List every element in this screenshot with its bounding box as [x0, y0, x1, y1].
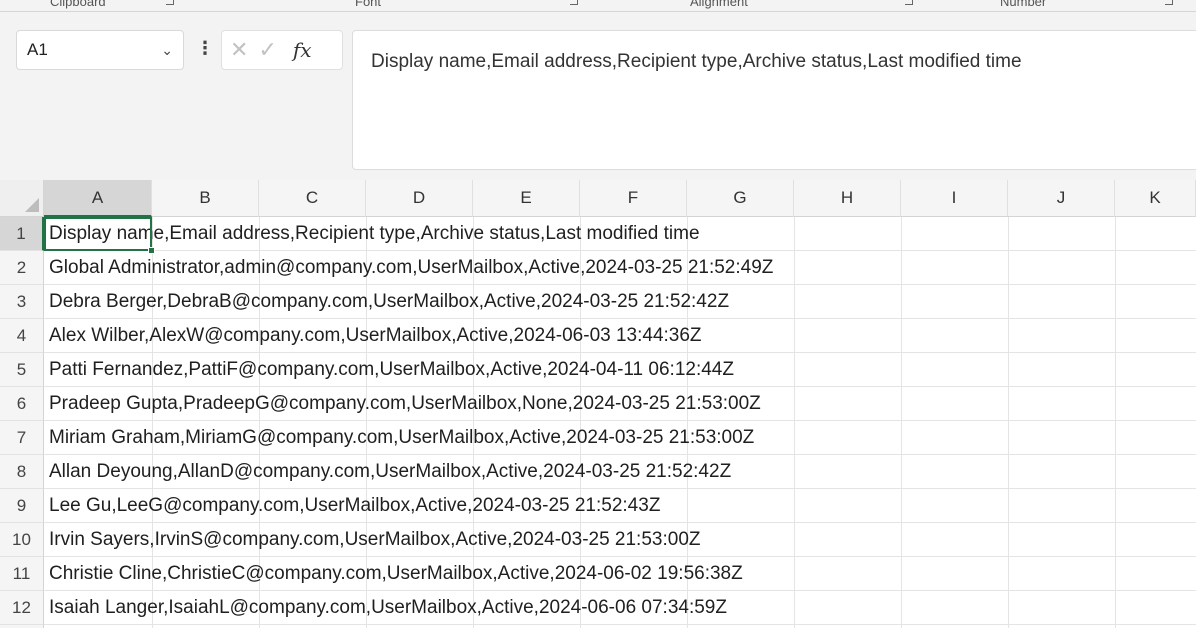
insert-function-button[interactable]: fx [293, 38, 312, 62]
chevron-down-icon[interactable]: ⌄ [161, 42, 173, 59]
column-header-f[interactable]: F [580, 180, 687, 217]
row-header[interactable]: 2 [0, 251, 44, 285]
row-header[interactable]: 10 [0, 523, 44, 557]
vertical-ellipsis-icon[interactable]: ⋮ [196, 38, 214, 59]
cell-a10[interactable]: Irvin Sayers,IrvinS@company.com,UserMail… [49, 523, 701, 557]
ribbon-group-labels: Clipboard Font Alignment Number [0, 0, 1196, 12]
column-header-b[interactable]: B [152, 180, 259, 217]
cell-a9[interactable]: Lee Gu,LeeG@company.com,UserMailbox,Acti… [49, 489, 660, 523]
row-header[interactable]: 6 [0, 387, 44, 421]
checkmark-icon[interactable]: ✓ [258, 37, 276, 63]
name-box-value: A1 [27, 40, 48, 59]
column-headers: A B C D E F G H I J K [44, 180, 1196, 217]
table-row: Allan Deyoung,AllanD@company.com,UserMai… [44, 455, 1196, 489]
row-header[interactable]: 5 [0, 353, 44, 387]
table-row: Display name,Email address,Recipient typ… [44, 217, 1196, 251]
table-row: Christie Cline,ChristieC@company.com,Use… [44, 557, 1196, 591]
table-row: Patti Fernandez,PattiF@company.com,UserM… [44, 353, 1196, 387]
cell-a11[interactable]: Christie Cline,ChristieC@company.com,Use… [49, 557, 743, 591]
cell-a6[interactable]: Pradeep Gupta,PradeepG@company.com,UserM… [49, 387, 761, 421]
column-header-k[interactable]: K [1115, 180, 1196, 217]
clipboard-launcher-icon[interactable] [166, 0, 174, 5]
row-headers: 1 2 3 4 5 6 7 8 9 10 11 12 13 [0, 217, 44, 628]
formula-bar-area: A1 ⌄ ⋮ ✕ ✓ fx Display name,Email address… [0, 12, 1196, 180]
table-row: Pradeep Gupta,PradeepG@company.com,UserM… [44, 387, 1196, 421]
cell-a7[interactable]: Miriam Graham,MiriamG@company.com,UserMa… [49, 421, 754, 455]
row-header[interactable]: 9 [0, 489, 44, 523]
ribbon-group-font: Font [355, 0, 382, 9]
row-header[interactable]: 3 [0, 285, 44, 319]
select-all-triangle-icon [25, 198, 39, 212]
font-launcher-icon[interactable] [570, 0, 578, 5]
select-all-button[interactable] [0, 180, 44, 217]
table-row: Miriam Graham,MiriamG@company.com,UserMa… [44, 421, 1196, 455]
column-header-i[interactable]: I [901, 180, 1008, 217]
cell-a1[interactable]: Display name,Email address,Recipient typ… [49, 217, 700, 251]
close-icon[interactable]: ✕ [230, 37, 248, 63]
number-launcher-icon[interactable] [1165, 0, 1173, 5]
column-header-e[interactable]: E [473, 180, 580, 217]
formula-input[interactable]: Display name,Email address,Recipient typ… [352, 30, 1196, 170]
cell-a4[interactable]: Alex Wilber,AlexW@company.com,UserMailbo… [49, 319, 702, 353]
column-header-g[interactable]: G [687, 180, 794, 217]
row-header[interactable]: 11 [0, 557, 44, 591]
column-header-a[interactable]: A [44, 180, 152, 217]
table-row: Alex Wilber,AlexW@company.com,UserMailbo… [44, 319, 1196, 353]
table-row: Debra Berger,DebraB@company.com,UserMail… [44, 285, 1196, 319]
formula-tools: ✕ ✓ fx [221, 30, 343, 70]
alignment-launcher-icon[interactable] [905, 0, 913, 5]
column-header-h[interactable]: H [794, 180, 901, 217]
name-box[interactable]: A1 ⌄ [16, 30, 184, 70]
ribbon-group-number: Number [1000, 0, 1047, 9]
cell-a5[interactable]: Patti Fernandez,PattiF@company.com,UserM… [49, 353, 734, 387]
table-row: Isaiah Langer,IsaiahL@company.com,UserMa… [44, 591, 1196, 625]
row-header[interactable]: 1 [0, 217, 44, 251]
cell-area: Display name,Email address,Recipient typ… [44, 217, 1196, 628]
table-row: Lee Gu,LeeG@company.com,UserMailbox,Acti… [44, 489, 1196, 523]
row-header[interactable]: 8 [0, 455, 44, 489]
table-row: Irvin Sayers,IrvinS@company.com,UserMail… [44, 523, 1196, 557]
ribbon-group-clipboard: Clipboard [50, 0, 106, 9]
column-header-c[interactable]: C [259, 180, 366, 217]
row-header[interactable]: 4 [0, 319, 44, 353]
column-header-j[interactable]: J [1008, 180, 1115, 217]
column-header-d[interactable]: D [366, 180, 473, 217]
cell-a3[interactable]: Debra Berger,DebraB@company.com,UserMail… [49, 285, 729, 319]
row-header[interactable]: 12 [0, 591, 44, 625]
ribbon-group-alignment: Alignment [690, 0, 748, 9]
cell-a2[interactable]: Global Administrator,admin@company.com,U… [49, 251, 773, 285]
cell-a12[interactable]: Isaiah Langer,IsaiahL@company.com,UserMa… [49, 591, 727, 625]
worksheet-grid: A B C D E F G H I J K 1 2 3 4 5 6 7 8 9 … [0, 180, 1196, 628]
row-header[interactable]: 7 [0, 421, 44, 455]
table-row: Global Administrator,admin@company.com,U… [44, 251, 1196, 285]
cell-a8[interactable]: Allan Deyoung,AllanD@company.com,UserMai… [49, 455, 731, 489]
